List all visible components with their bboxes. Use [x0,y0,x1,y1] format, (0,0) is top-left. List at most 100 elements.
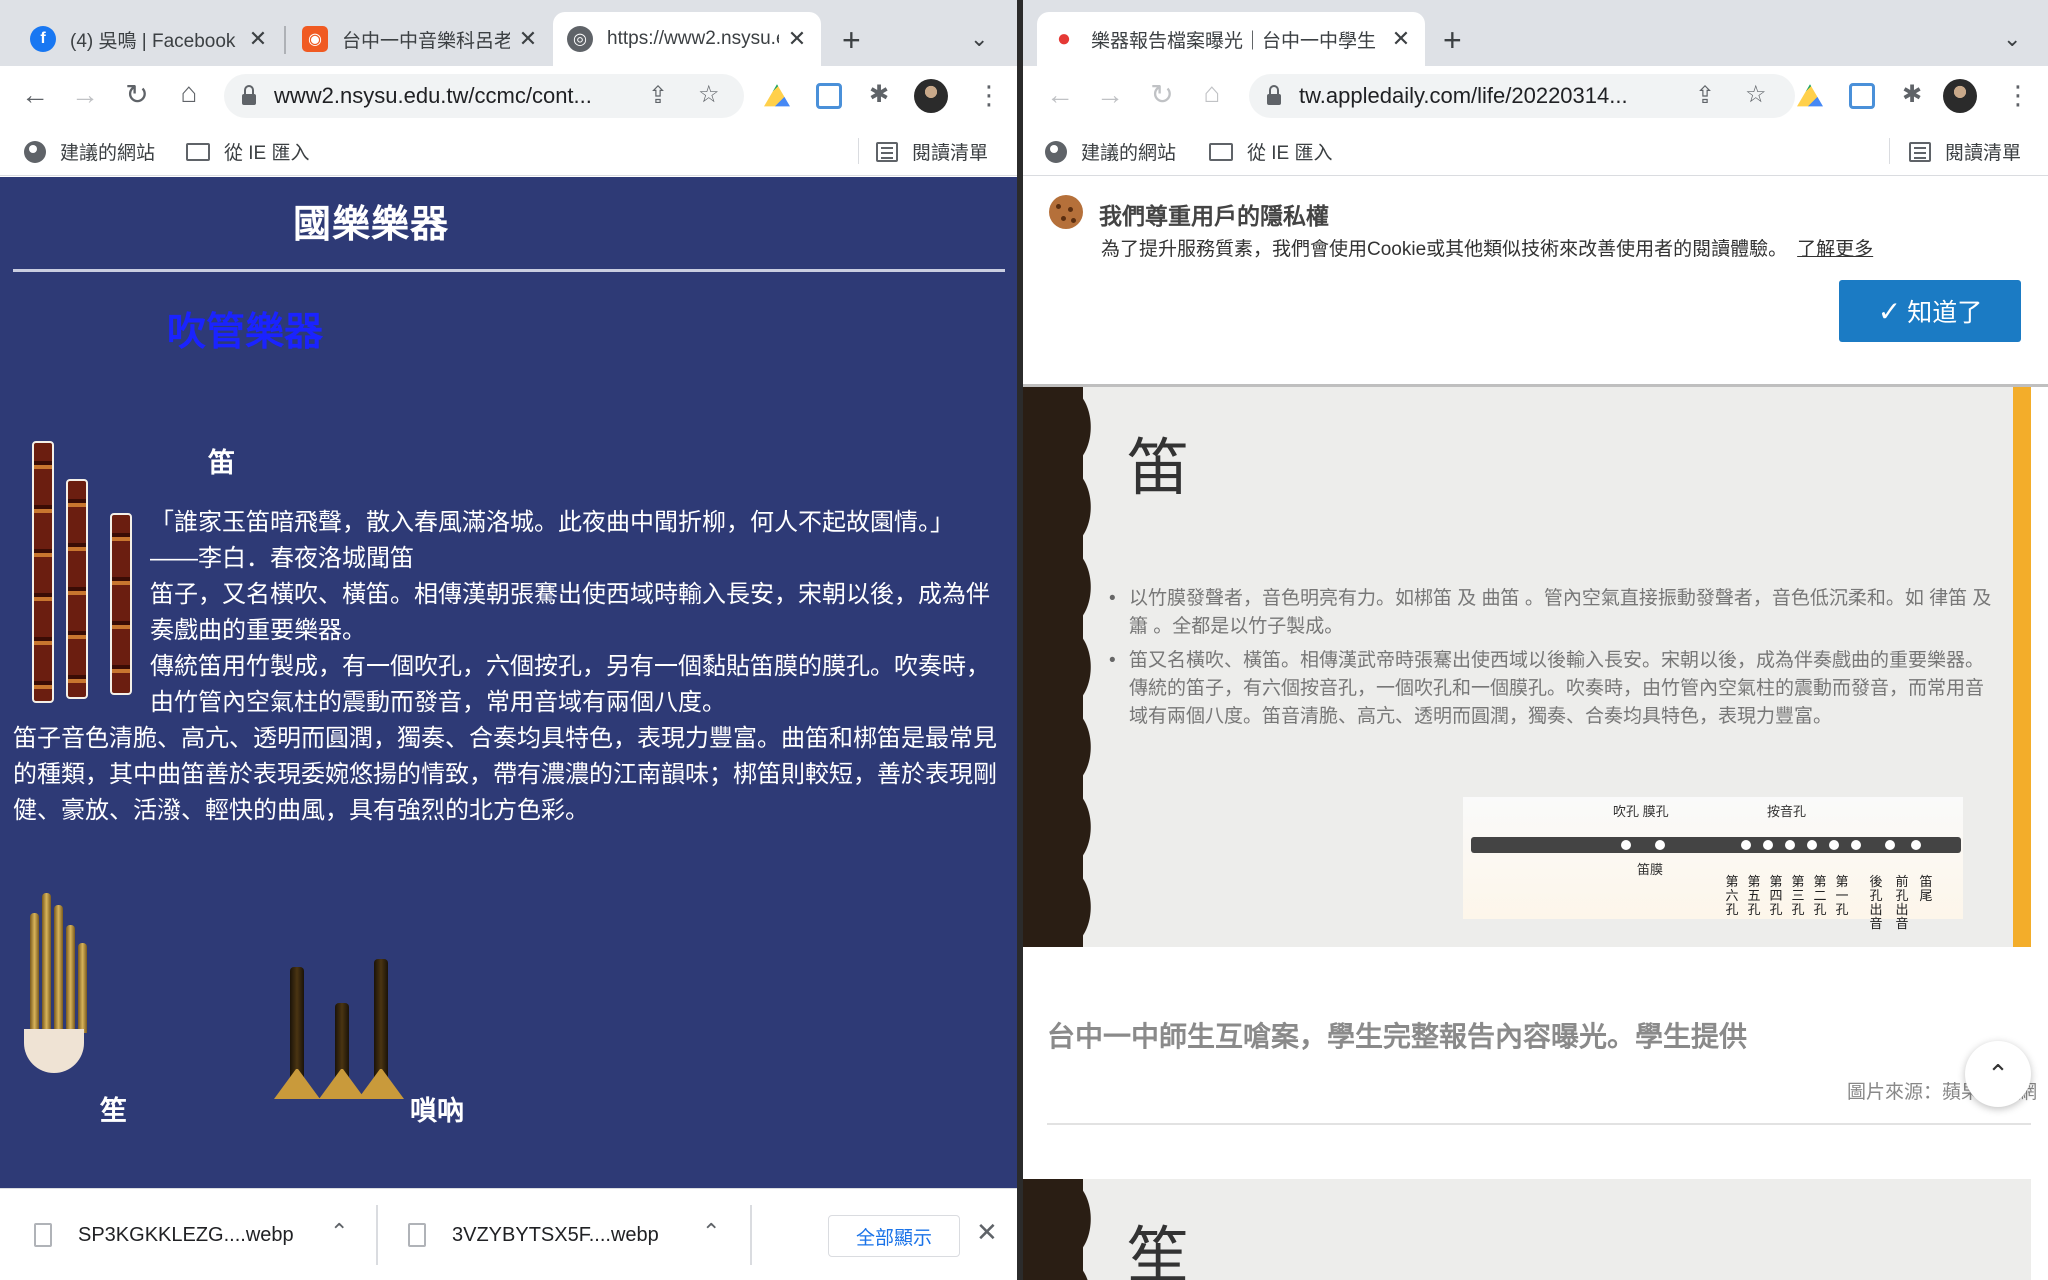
accept-cookie-button[interactable]: ✓ 知道了 [1839,280,2021,342]
tab-separator [284,26,286,54]
cookie-banner-text: 為了提升服務質素，我們會使用Cookie或其他類似技術來改善使用者的閱讀體驗。了… [1101,234,1873,261]
forward-arrow-icon[interactable]: → [1093,80,1127,110]
slide-image-sheng: 笙 [1023,1179,2031,1280]
cookie-banner-title: 我們尊重用戶的隱私權 [1099,203,1329,229]
folder-icon [1209,142,1233,161]
bookmark-star-icon[interactable]: ☆ [1745,80,1767,109]
chevron-up-icon[interactable]: ⌃ [702,1219,720,1245]
navigation-toolbar: ← → ↻ ⌂ www2.nsysu.edu.tw/ccmc/cont... ⇪… [0,66,1017,126]
new-tab-plus-icon[interactable]: + [842,22,861,58]
share-icon[interactable]: ⇪ [648,81,668,110]
bookmark-ie-import[interactable]: 從 IE 匯入 [1209,138,1333,165]
google-drive-icon[interactable] [1797,84,1823,107]
diagram-hole-label: 第四孔 [1769,874,1783,917]
extensions-puzzle-icon[interactable]: ✱ [1895,80,1929,110]
appledaily-page-content: 我們尊重用戶的隱私權 為了提升服務質素，我們會使用Cookie或其他類似技術來改… [1023,177,2048,1280]
url-text[interactable]: www2.nsysu.edu.tw/ccmc/cont... [274,83,624,109]
bookmark-suggested-sites[interactable]: 建議的網站 [24,138,155,165]
download-separator [376,1205,378,1265]
forward-arrow-icon[interactable]: → [68,80,102,110]
extension-refresh-icon[interactable] [1849,83,1875,109]
tab-nsysu-active[interactable]: ◎ https://www2.nsysu.edu.tw ✕ [553,12,821,66]
close-tab-icon[interactable]: ✕ [787,26,807,52]
chevron-up-icon: ⌃ [1987,1058,2009,1089]
diagram-hole-label: 第三孔 [1791,874,1805,917]
reading-list-icon [1909,141,1931,162]
profile-avatar[interactable] [914,79,948,113]
bookmark-ie-import[interactable]: 從 IE 匯入 [186,138,310,165]
bookmark-label: 從 IE 匯入 [224,143,310,164]
download-separator [750,1205,752,1265]
diagram-hole-label: 第二孔 [1813,874,1827,917]
profile-avatar[interactable] [1943,79,1977,113]
download-filename: 3VZYBYTSX5F....webp [452,1223,659,1246]
bookmark-star-icon[interactable]: ☆ [698,80,720,109]
dizi-image [32,441,54,703]
bookmark-label: 閱讀清單 [912,143,989,164]
url-text[interactable]: tw.appledaily.com/life/20220314... [1299,83,1675,109]
google-drive-icon[interactable] [764,84,790,107]
tab-search-chevron-icon[interactable]: ⌄ [970,26,988,52]
home-icon[interactable]: ⌂ [1195,78,1229,108]
close-tab-icon[interactable]: ✕ [518,26,538,52]
home-icon[interactable]: ⌂ [172,78,206,108]
nsysu-page-content: 國樂樂器 吹管樂器 笛 「誰家玉笛暗飛聲，散入春風滿洛城。此夜曲中聞折柳，何人不… [0,177,1017,1188]
file-icon [34,1223,52,1247]
back-arrow-icon[interactable]: ← [1043,80,1077,110]
apple-logo-icon: ● [1056,25,1072,52]
extensions-puzzle-icon[interactable]: ✱ [862,80,896,110]
slide-wave-decoration [1023,1179,1101,1280]
accept-button-label: 知道了 [1907,299,1983,327]
bookmark-suggested-sites[interactable]: 建議的網站 [1045,138,1176,165]
extension-refresh-icon[interactable] [816,83,842,109]
cookie-icon [1049,195,1083,229]
close-tab-icon[interactable]: ✕ [1391,26,1411,52]
address-bar[interactable]: tw.appledaily.com/life/20220314... ⇪ ☆ [1249,74,1795,118]
tab-search-chevron-icon[interactable]: ⌄ [2003,26,2021,52]
page-title: 國樂樂器 [293,204,450,246]
share-icon[interactable]: ⇪ [1695,81,1715,110]
diagram-hole-label: 第五孔 [1747,874,1761,917]
dizi-image [66,479,88,699]
tab-appledaily-active[interactable]: ● 樂器報告檔案曝光｜台中一中學生 ✕ [1037,12,1425,66]
right-browser-window: ● 樂器報告檔案曝光｜台中一中學生 ✕ + ⌄ ← → ↻ ⌂ tw.apple… [1023,0,2048,1280]
close-tab-icon[interactable]: ✕ [248,26,268,52]
scroll-to-top-button[interactable]: ⌃ [1965,1041,2031,1107]
bookmark-label: 從 IE 匯入 [1247,143,1333,164]
learn-more-link[interactable]: 了解更多 [1797,239,1873,260]
menu-kebab-icon[interactable]: ⋮ [976,80,1002,111]
new-tab-plus-icon[interactable]: + [1443,22,1462,58]
download-filename: SP3KGKKLEZG....webp [78,1223,294,1246]
tab-title: (4) 吳鳴 | Facebook [70,30,236,52]
diagram-label-mouthpiece: 吹孔 膜孔 [1613,804,1669,819]
globe-icon: ◎ [567,26,593,52]
tab-facebook[interactable]: f (4) 吳鳴 | Facebook ✕ [16,12,282,66]
slide-title: 笙 [1127,1219,1190,1280]
back-arrow-icon[interactable]: ← [18,80,52,110]
reading-list-button[interactable]: 閱讀清單 [1909,138,2021,165]
reload-icon[interactable]: ↻ [1145,80,1179,110]
diagram-hole-label: 笛尾 [1919,874,1933,903]
tab-strip: f (4) 吳鳴 | Facebook ✕ ◉ 台中一中音樂科呂老 ✕ ◎ ht… [0,0,1017,66]
close-download-bar-icon[interactable]: ✕ [976,1217,998,1248]
lock-icon [242,84,256,105]
tab-title: 樂器報告檔案曝光｜台中一中學生 [1091,30,1377,52]
download-item[interactable]: 3VZYBYTSX5F....webp [408,1189,659,1280]
show-all-downloads-button[interactable]: 全部顯示 [828,1215,960,1257]
sheng-label: 笙 [100,1096,127,1126]
title-divider [13,269,1005,272]
facebook-icon: f [30,26,56,52]
navigation-toolbar: ← → ↻ ⌂ tw.appledaily.com/life/20220314.… [1023,66,2048,126]
address-bar[interactable]: www2.nsysu.edu.tw/ccmc/cont... ⇪ ☆ [224,74,744,118]
reading-list-button[interactable]: 閱讀清單 [876,138,988,165]
reload-icon[interactable]: ↻ [120,80,154,110]
file-icon [408,1223,426,1247]
download-item[interactable]: SP3KGKKLEZG....webp [34,1189,294,1280]
tab-music-teacher[interactable]: ◉ 台中一中音樂科呂老 ✕ [288,12,552,66]
chevron-up-icon[interactable]: ⌃ [330,1219,348,1245]
slide-title: 笛 [1127,431,1190,504]
bookmark-separator [1889,138,1890,164]
bookmark-label: 建議的網站 [1081,143,1177,164]
dizi-construction-paragraph: 傳統笛用竹製成，有一個吹孔，六個按孔，另有一個黏貼笛膜的膜孔。吹奏時，由竹管內空… [150,653,990,716]
menu-kebab-icon[interactable]: ⋮ [2005,80,2031,111]
